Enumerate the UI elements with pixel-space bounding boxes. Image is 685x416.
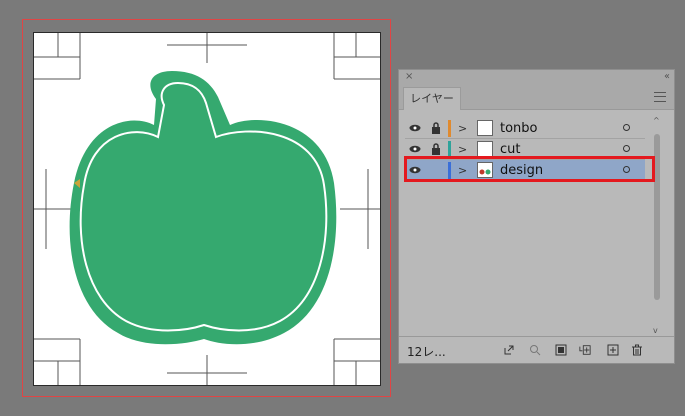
layer-thumbnail	[477, 141, 493, 157]
lock-icon[interactable]	[431, 122, 441, 134]
lock-icon[interactable]	[431, 143, 441, 155]
tab-layers[interactable]: レイヤー	[403, 87, 461, 110]
trash-icon[interactable]	[631, 344, 643, 356]
clip-icon[interactable]	[555, 344, 567, 356]
layer-color-bar	[448, 120, 451, 137]
scroll-down-icon[interactable]: v	[653, 326, 658, 335]
hamburger-menu-icon[interactable]	[654, 92, 666, 102]
artboard[interactable]	[33, 32, 381, 386]
panel-footer: 12レ...	[399, 336, 674, 365]
search-icon[interactable]	[529, 344, 541, 356]
chevron-right-icon[interactable]: >	[458, 120, 467, 137]
layer-count: 12レ...	[407, 345, 446, 359]
export-icon[interactable]	[503, 344, 515, 356]
scroll-up-icon[interactable]: ^	[653, 116, 660, 125]
eye-icon[interactable]	[409, 143, 421, 155]
green-sticker-shape[interactable]	[69, 71, 337, 345]
layer-thumbnail	[477, 120, 493, 136]
close-icon[interactable]: ×	[405, 70, 413, 84]
layers-panel: × ‹‹ レイヤー > tonbo > cut > design ^ v 12レ…	[398, 69, 675, 364]
target-circle-icon[interactable]	[623, 145, 630, 152]
collapse-icon[interactable]: ‹‹	[664, 70, 670, 84]
target-circle-icon[interactable]	[623, 124, 630, 131]
new-layer-icon[interactable]	[607, 344, 619, 356]
selection-highlight-box	[404, 156, 655, 182]
layer-name[interactable]: tonbo	[500, 118, 538, 139]
panel-titlebar: × ‹‹	[399, 70, 674, 84]
design-canvas	[34, 33, 380, 385]
new-sublayer-icon[interactable]	[579, 344, 591, 356]
layer-row-tonbo[interactable]: > tonbo	[405, 118, 645, 139]
eye-icon[interactable]	[409, 122, 421, 134]
panel-tabbar: レイヤー	[399, 84, 674, 110]
